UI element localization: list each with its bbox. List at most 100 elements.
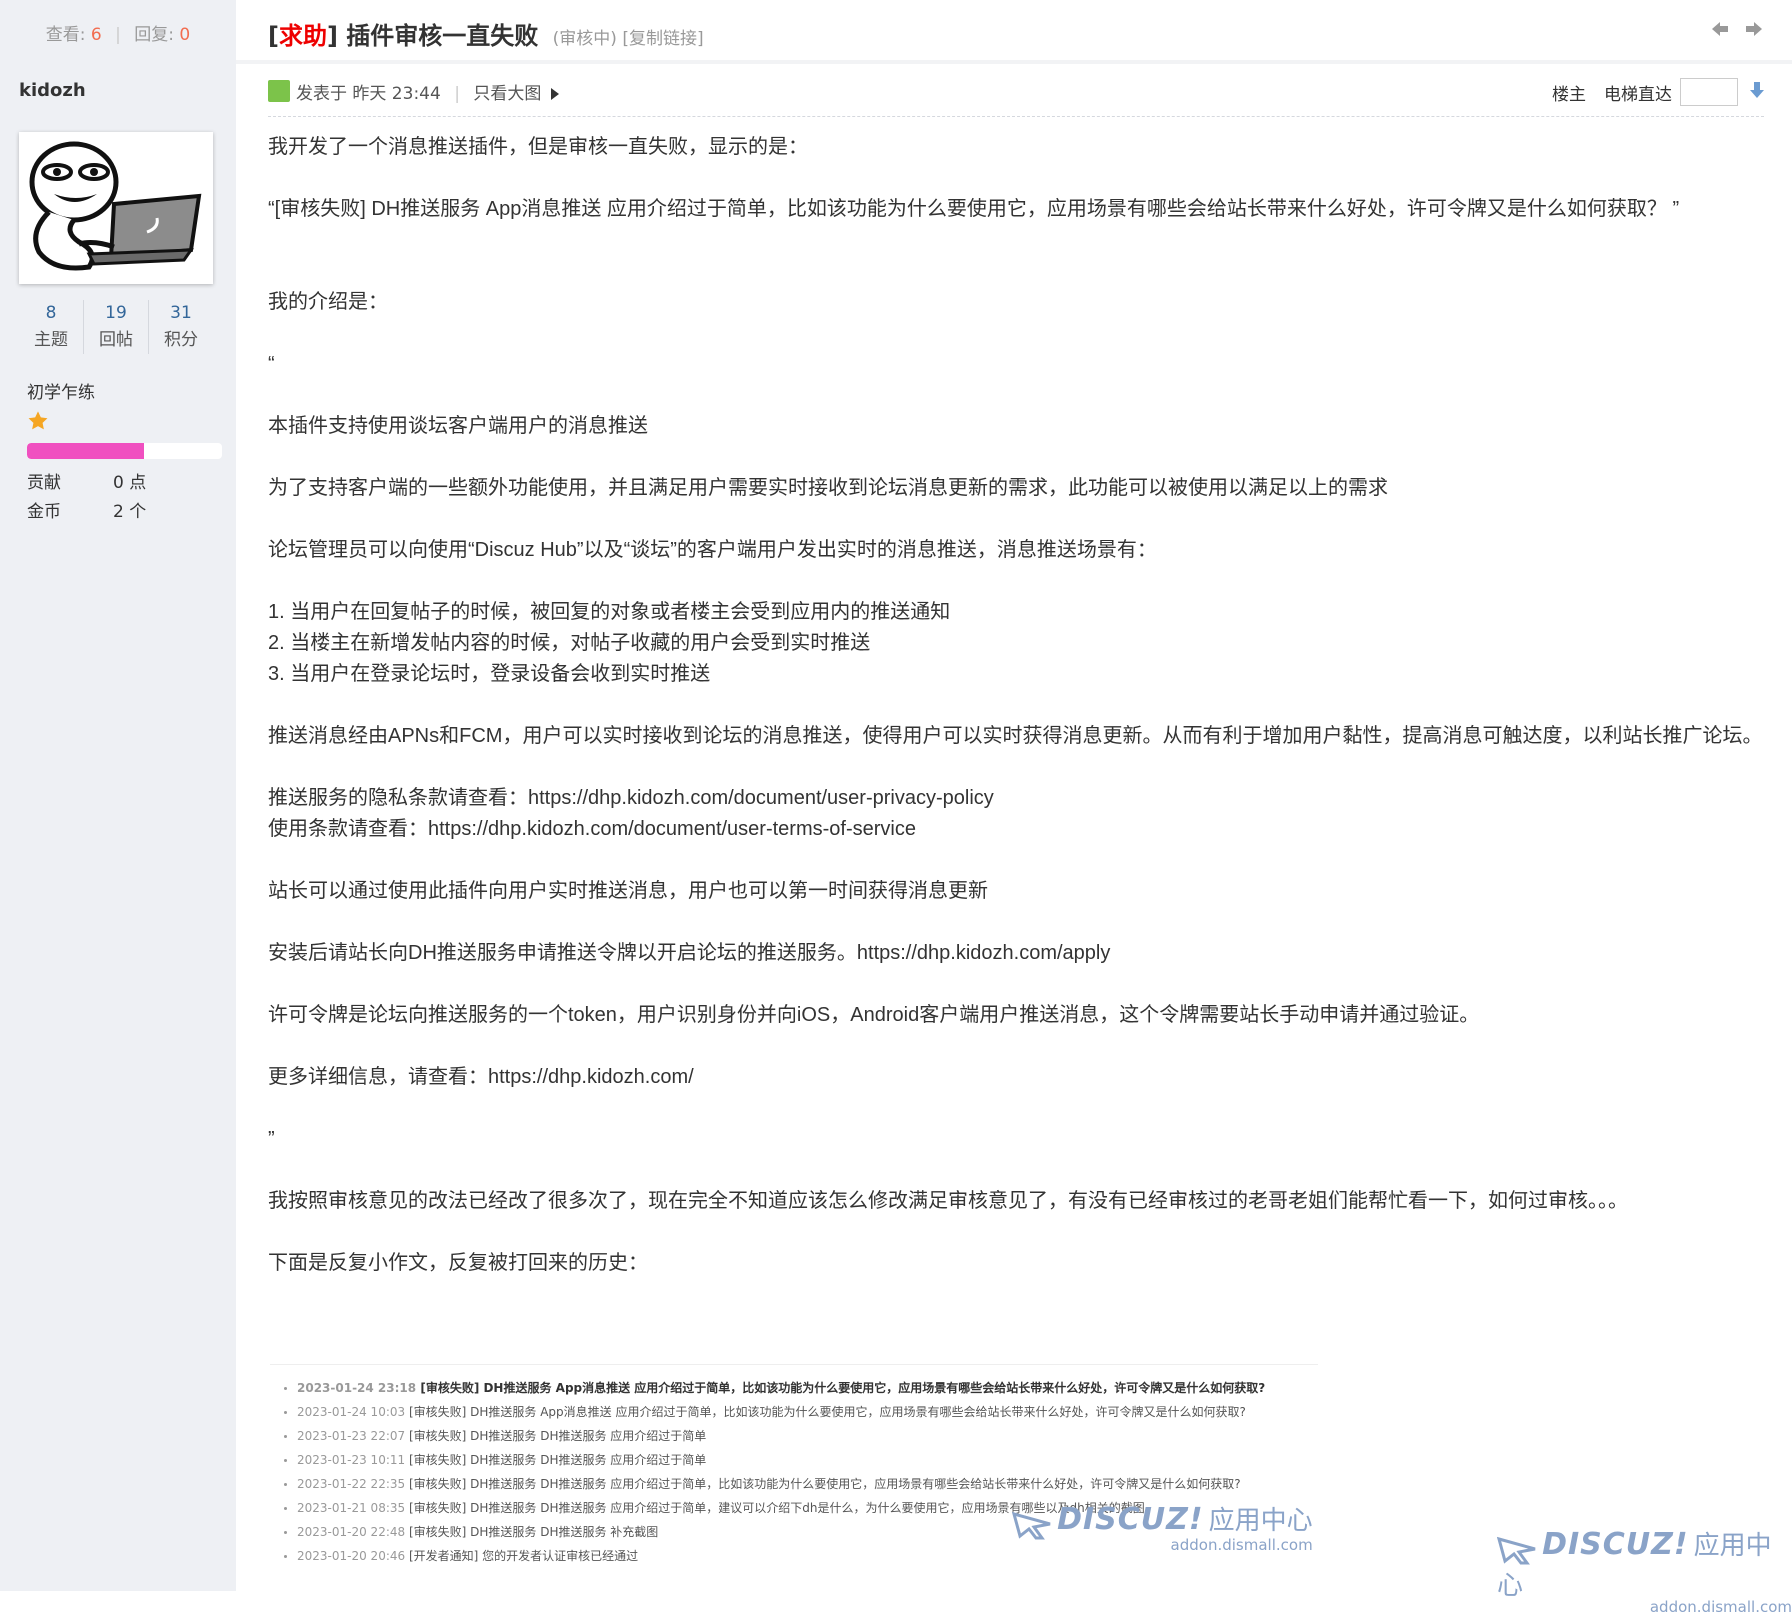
- floor-label: 楼主: [1552, 84, 1586, 105]
- content-line: 为了支持客户端的一些额外功能使用，并且满足用户需要实时接收到论坛消息更新的需求，…: [268, 477, 1388, 499]
- rank-progress-fill: [27, 443, 144, 459]
- stat-value: 8: [45, 303, 57, 323]
- history-text: [开发者通知] 您的开发者认证审核已经通过: [408, 1549, 639, 1563]
- post-meta: 发表于 昨天 23:44 | 只看大图: [296, 79, 560, 104]
- credit-value: 0 点: [113, 473, 147, 493]
- watermark-cn: 应用中心: [1208, 1506, 1313, 1536]
- thread-type-tag[interactable]: 求助: [279, 22, 327, 50]
- bullet-icon: [284, 1459, 287, 1462]
- content-line: “: [268, 353, 275, 375]
- history-row: 2023-01-24 10:03 [审核失败] DH推送服务 App消息推送 应…: [284, 1403, 1246, 1420]
- watermark-url: addon.dismall.com: [1649, 1597, 1792, 1616]
- history-row: 2023-01-22 22:35 [审核失败] DH推送服务 DH推送服务 应用…: [284, 1475, 1241, 1492]
- bullet-icon: [284, 1555, 287, 1558]
- credit-coins: 金币 2 个: [27, 497, 146, 522]
- history-date: 2023-01-20 22:48: [297, 1525, 406, 1539]
- history-text: [审核失败] DH推送服务 DH推送服务 应用介绍过于简单: [408, 1429, 707, 1443]
- stat-replies[interactable]: 19 回帖: [84, 300, 149, 354]
- history-text: [审核失败] DH推送服务 DH推送服务 补充截图: [408, 1525, 659, 1539]
- author-username[interactable]: kidozh: [19, 80, 86, 101]
- cursor-logo-icon: [1011, 1511, 1051, 1539]
- content-line: “[审核失败] DH推送服务 App消息推送 应用介绍过于简单，比如该功能为什么…: [268, 198, 1680, 220]
- floor-jump-input[interactable]: [1680, 78, 1738, 106]
- content-line: 1. 当用户在回复帖子的时候，被回复的对象或者楼主会受到应用内的推送通知: [268, 601, 951, 623]
- stat-value: 31: [170, 303, 192, 323]
- post-time: 发表于 昨天 23:44: [296, 84, 441, 104]
- content-line: 我按照审核意见的改法已经改了很多次了，现在完全不知道应该怎么修改满足审核意见了，…: [268, 1190, 1628, 1212]
- history-text: [审核失败] DH推送服务 App消息推送 应用介绍过于简单，比如该功能为什么要…: [408, 1405, 1246, 1419]
- stat-label: 回帖: [99, 330, 133, 350]
- jump-down-icon[interactable]: [1750, 81, 1764, 103]
- history-date: 2023-01-23 22:07: [297, 1429, 406, 1443]
- history-text: [审核失败] DH推送服务 App消息推送 应用介绍过于简单，比如该功能为什么要…: [420, 1381, 1266, 1395]
- history-row: 2023-01-20 20:46 [开发者通知] 您的开发者认证审核已经通过: [284, 1547, 638, 1564]
- user-rank[interactable]: 初学乍练: [27, 378, 95, 403]
- prev-thread-icon[interactable]: [1710, 20, 1730, 42]
- thread-title: [求助] 插件审核一直失败 (审核中) [复制链接]: [268, 16, 704, 51]
- views-count: 6: [90, 25, 102, 45]
- rank-progress-bar: [27, 443, 222, 459]
- thread-title-text: 插件审核一直失败: [337, 22, 539, 50]
- stat-threads[interactable]: 8 主题: [19, 300, 84, 354]
- content-line: 论坛管理员可以向使用“Discuz Hub”以及“谈坛”的客户端用户发出实时的消…: [268, 539, 1157, 561]
- content-line: 我的介绍是：: [268, 291, 388, 313]
- watermark-inner: DISCUZ! 应用中心 addon.dismall.com: [1011, 1500, 1313, 1554]
- content-line: 本插件支持使用谈坛客户端用户的消息推送: [268, 415, 648, 437]
- content-line: ”: [268, 1128, 275, 1150]
- avatar-image: [19, 132, 213, 284]
- credit-label: 贡献: [27, 473, 61, 493]
- bullet-icon: [284, 1483, 287, 1486]
- bullet-icon: [284, 1531, 287, 1534]
- watermark-brand: DISCUZ!: [1542, 1527, 1689, 1562]
- bullet-icon: [284, 1507, 287, 1510]
- meta-divider: |: [454, 84, 460, 104]
- credit-label: 金币: [27, 502, 61, 522]
- history-row: 2023-01-23 22:07 [审核失败] DH推送服务 DH推送服务 应用…: [284, 1427, 706, 1444]
- thread-stats: 查看: 6 | 回复: 0: [0, 20, 236, 45]
- thread-header: [求助] 插件审核一直失败 (审核中) [复制链接]: [236, 0, 1792, 64]
- replies-count: 0: [179, 25, 191, 45]
- history-date: 2023-01-21 08:35: [297, 1501, 406, 1515]
- history-text: [审核失败] DH推送服务 DH推送服务 应用介绍过于简单: [408, 1453, 707, 1467]
- history-row: 2023-01-23 10:11 [审核失败] DH推送服务 DH推送服务 应用…: [284, 1451, 706, 1468]
- only-big-image-link[interactable]: 只看大图: [473, 84, 541, 104]
- content-line: 推送服务的隐私条款请查看：https://dhp.kidozh.com/docu…: [268, 787, 994, 809]
- avatar[interactable]: [19, 132, 213, 284]
- cursor-logo-icon: [1496, 1536, 1536, 1564]
- thread-nav: [1710, 20, 1764, 42]
- post-floor-tools: 楼主 电梯直达: [1552, 78, 1764, 106]
- history-date: 2023-01-24 23:18: [297, 1381, 417, 1395]
- post-meta-bar: 发表于 昨天 23:44 | 只看大图 楼主 电梯直达: [268, 78, 1764, 117]
- replies-label: 回复:: [134, 25, 174, 45]
- stat-label: 主题: [34, 330, 68, 350]
- play-icon[interactable]: [551, 88, 560, 100]
- bullet-icon: [284, 1411, 287, 1414]
- tag-bracket: ]: [326, 22, 338, 50]
- next-thread-icon[interactable]: [1744, 20, 1764, 42]
- content-line: 站长可以通过使用此插件向用户实时推送消息，用户也可以第一时间获得消息更新: [268, 880, 988, 902]
- views-label: 查看:: [45, 25, 86, 45]
- tag-bracket: [: [268, 22, 279, 50]
- stat-points[interactable]: 31 积分: [149, 300, 213, 354]
- content-line: 推送消息经由APNs和FCM，用户可以实时接收到论坛的消息推送，使得用户可以实时…: [268, 725, 1763, 747]
- bullet-icon: [284, 1387, 287, 1390]
- content-line: 下面是反复小作文，反复被打回来的历史：: [268, 1252, 648, 1274]
- thread-status[interactable]: (审核中) [复制链接]: [553, 29, 704, 49]
- stats-divider: |: [115, 25, 121, 45]
- content-line: 我开发了一个消息推送插件，但是审核一直失败，显示的是：: [268, 136, 808, 158]
- author-sidebar: 查看: 6 | 回复: 0 kidozh 8 主题 19 回帖 31 积分 初学…: [0, 0, 236, 1591]
- watermark-outer: DISCUZ! 应用中心 addon.dismall.com: [1496, 1525, 1792, 1616]
